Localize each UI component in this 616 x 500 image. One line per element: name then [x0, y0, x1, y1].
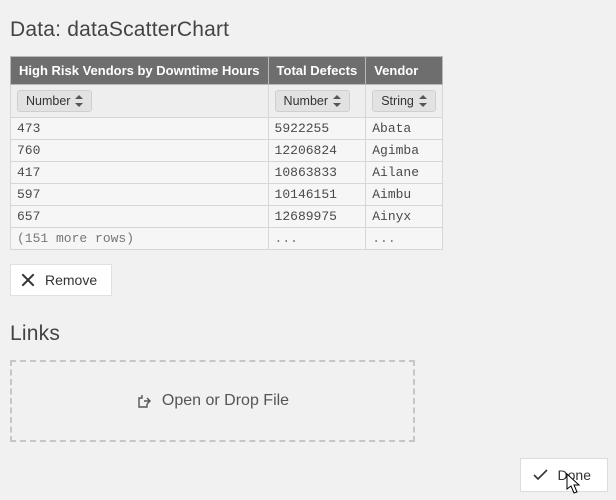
col-header-downtime[interactable]: High Risk Vendors by Downtime Hours — [11, 57, 269, 85]
cell: Aimbu — [366, 184, 443, 206]
links-section-title: Links — [10, 322, 606, 346]
cell: 10146151 — [268, 184, 366, 206]
type-label: Number — [284, 94, 328, 108]
cell: 10863833 — [268, 162, 366, 184]
close-icon — [21, 273, 35, 287]
ellipsis: ... — [366, 228, 443, 250]
cell: 12689975 — [268, 206, 366, 228]
table-row[interactable]: 597 10146151 Aimbu — [11, 184, 443, 206]
table-row[interactable]: 417 10863833 Ailane — [11, 162, 443, 184]
type-label: Number — [26, 94, 70, 108]
cell: 657 — [11, 206, 269, 228]
check-icon — [533, 469, 548, 481]
table-row[interactable]: 657 12689975 Ainyx — [11, 206, 443, 228]
cell: 12206824 — [268, 140, 366, 162]
open-or-drop-file[interactable]: Open or Drop File — [10, 360, 415, 442]
cell: Agimba — [366, 140, 443, 162]
remove-button[interactable]: Remove — [10, 264, 112, 296]
data-section-title: Data: dataScatterChart — [10, 18, 606, 42]
sort-icon — [75, 95, 83, 107]
cell: Ailane — [366, 162, 443, 184]
cell: Abata — [366, 118, 443, 140]
cell: Ainyx — [366, 206, 443, 228]
type-pill-vendor[interactable]: String — [372, 90, 436, 112]
cell: 417 — [11, 162, 269, 184]
cell: 760 — [11, 140, 269, 162]
open-or-drop-label: Open or Drop File — [162, 392, 289, 410]
type-pill-defects[interactable]: Number — [275, 90, 350, 112]
table-header-row: High Risk Vendors by Downtime Hours Tota… — [11, 57, 443, 85]
done-button-label: Done — [558, 467, 591, 483]
sort-icon — [333, 95, 341, 107]
remove-button-label: Remove — [45, 272, 97, 288]
table-row[interactable]: 473 5922255 Abata — [11, 118, 443, 140]
sort-icon — [419, 95, 427, 107]
col-header-vendor[interactable]: Vendor — [366, 57, 443, 85]
cell: 597 — [11, 184, 269, 206]
cell: 473 — [11, 118, 269, 140]
col-header-defects[interactable]: Total Defects — [268, 57, 366, 85]
cell: 5922255 — [268, 118, 366, 140]
table-row[interactable]: 760 12206824 Agimba — [11, 140, 443, 162]
open-file-icon — [136, 393, 152, 409]
more-rows-label: (151 more rows) — [11, 228, 269, 250]
ellipsis: ... — [268, 228, 366, 250]
type-pill-downtime[interactable]: Number — [17, 90, 92, 112]
table-more-row[interactable]: (151 more rows) ... ... — [11, 228, 443, 250]
data-table: High Risk Vendors by Downtime Hours Tota… — [10, 56, 443, 250]
table-type-row: Number Number String — [11, 85, 443, 118]
done-button[interactable]: Done — [520, 458, 608, 492]
type-label: String — [381, 94, 414, 108]
